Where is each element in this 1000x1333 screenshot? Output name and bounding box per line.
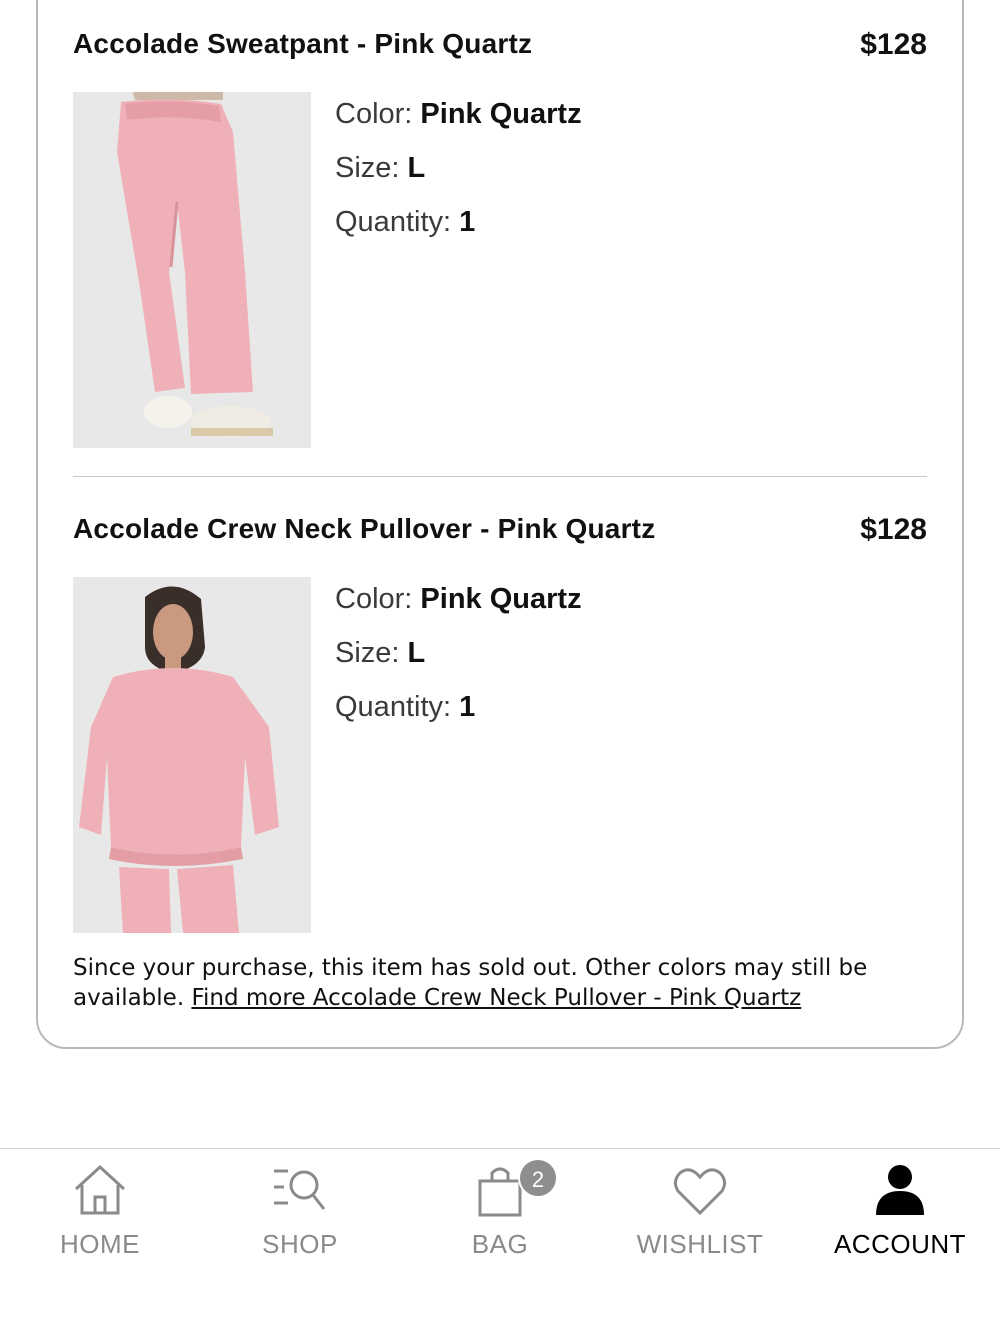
tab-label: HOME <box>60 1229 140 1259</box>
tab-shop[interactable]: SHOP <box>200 1149 400 1279</box>
tab-home[interactable]: HOME <box>0 1149 200 1279</box>
tab-account[interactable]: ACCOUNT <box>800 1149 1000 1279</box>
shop-search-icon <box>270 1163 330 1219</box>
item-divider <box>73 476 927 477</box>
item-quantity: Quantity: 1 <box>335 691 476 723</box>
item-size: Size: L <box>335 152 426 184</box>
item-price: $128 <box>860 28 927 61</box>
find-more-link[interactable]: Find more Accolade Crew Neck Pullover - … <box>191 985 801 1011</box>
order-item: Accolade Crew Neck Pullover - Pink Quart… <box>73 513 927 933</box>
tab-wishlist[interactable]: WISHLIST <box>600 1149 800 1279</box>
item-quantity: Quantity: 1 <box>335 206 476 238</box>
item-color: Color: Pink Quartz <box>335 98 582 130</box>
item-size: Size: L <box>335 637 426 669</box>
item-title[interactable]: Accolade Sweatpant - Pink Quartz <box>73 28 532 60</box>
item-attributes: Color: Pink Quartz Size: L Quantity: 1 <box>335 92 582 254</box>
account-icon <box>870 1163 930 1219</box>
sold-out-notice: Since your purchase, this item has sold … <box>73 953 927 1013</box>
heart-icon <box>670 1163 730 1219</box>
item-price: $128 <box>860 513 927 546</box>
order-item: Accolade Sweatpant - Pink Quartz $128 Co… <box>73 28 927 448</box>
tab-bag[interactable]: 2 BAG <box>400 1149 600 1279</box>
item-title[interactable]: Accolade Crew Neck Pullover - Pink Quart… <box>73 513 655 545</box>
product-image-pullover[interactable] <box>73 577 311 933</box>
bag-count-badge: 2 <box>518 1158 558 1198</box>
tab-label: BAG <box>471 1229 529 1259</box>
tab-label: ACCOUNT <box>833 1229 967 1259</box>
item-attributes: Color: Pink Quartz Size: L Quantity: 1 <box>335 577 582 739</box>
home-icon <box>70 1163 130 1219</box>
product-image-sweatpant[interactable] <box>73 92 311 448</box>
tab-label: SHOP <box>262 1229 338 1259</box>
item-color: Color: Pink Quartz <box>335 583 582 615</box>
tab-label: WISHLIST <box>636 1229 764 1259</box>
bottom-tab-bar: HOME SHOP 2 BAG WISHLIST ACCOUNT <box>0 1148 1000 1333</box>
